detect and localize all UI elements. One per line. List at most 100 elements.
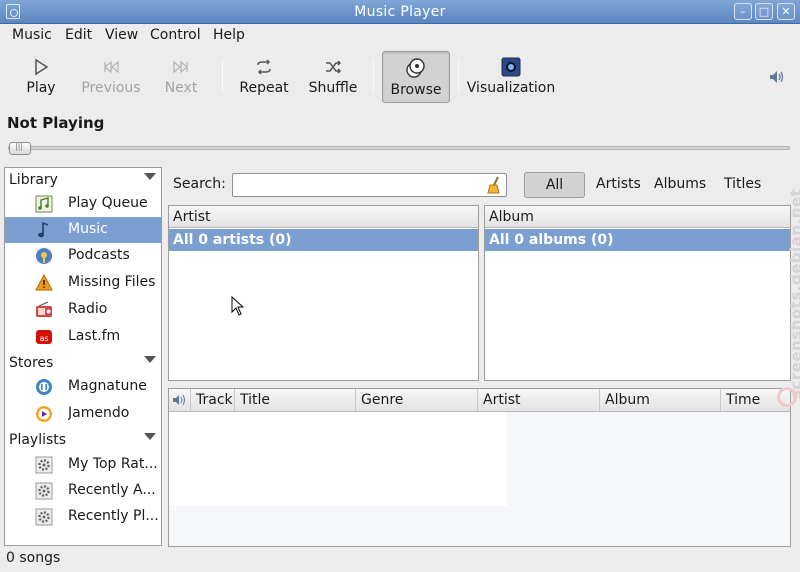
filter-titles-button[interactable]: Titles [724, 176, 761, 192]
warning-icon [35, 274, 53, 291]
collapse-arrow-icon[interactable] [144, 173, 156, 180]
menu-music[interactable]: Music [12, 27, 52, 43]
previous-button[interactable]: Previous [78, 51, 144, 103]
previous-label: Previous [81, 80, 141, 96]
sidebar-header-label: Library [9, 172, 58, 188]
mouse-cursor-icon [231, 296, 245, 316]
sidebar-item-podcasts[interactable]: Podcasts [5, 243, 161, 269]
track-list: Track Title Genre Artist Album Time [168, 388, 791, 547]
album-list-item[interactable]: All 0 albums (0) [485, 229, 790, 251]
speaker-icon [173, 394, 185, 406]
sidebar-header-library[interactable]: Library [5, 169, 161, 191]
sidebar-header-stores[interactable]: Stores [5, 352, 161, 374]
sidebar-item-playlist[interactable]: Recently Pl... [5, 504, 161, 530]
column-label: Genre [361, 392, 404, 408]
sidebar-item-label: Recently A... [68, 482, 156, 498]
collapse-arrow-icon[interactable] [144, 356, 156, 363]
maximize-button[interactable]: □ [755, 3, 773, 20]
smart-playlist-gear-icon [35, 456, 53, 474]
artist-row-label: All 0 artists (0) [173, 232, 292, 248]
watermark: screenshots.debian.net [772, 170, 800, 410]
seek-bar[interactable] [8, 146, 790, 150]
repeat-label: Repeat [239, 80, 289, 96]
visualization-button[interactable]: Visualization [466, 51, 556, 103]
music-note-icon [38, 221, 49, 238]
artist-column-header[interactable]: Artist [169, 206, 478, 228]
column-label: Title [240, 392, 271, 408]
sidebar-item-play-queue[interactable]: Play Queue [5, 191, 161, 217]
repeat-button[interactable]: Repeat [234, 51, 294, 103]
column-label: Artist [483, 392, 521, 408]
column-album[interactable]: Album [600, 389, 721, 411]
toolbar-separator [373, 59, 374, 93]
menu-edit[interactable]: Edit [65, 27, 92, 43]
filter-artists-button[interactable]: Artists [596, 176, 641, 192]
column-playing[interactable] [169, 389, 191, 411]
play-button[interactable]: Play [16, 51, 66, 103]
shuffle-button[interactable]: Shuffle [303, 51, 363, 103]
collapse-arrow-icon[interactable] [144, 433, 156, 440]
filter-albums-button[interactable]: Albums [654, 176, 706, 192]
sidebar-item-lastfm[interactable]: as Last.fm [5, 324, 161, 350]
track-list-body[interactable] [169, 412, 790, 546]
browse-button[interactable]: Browse [382, 51, 450, 103]
sidebar-item-playlist[interactable]: My Top Rat... [5, 452, 161, 478]
visualization-label: Visualization [466, 80, 556, 96]
column-title[interactable]: Title [235, 389, 356, 411]
window-title: Music Player [354, 4, 446, 20]
menu-view[interactable]: View [105, 27, 138, 43]
filter-all-button[interactable]: All [524, 172, 585, 198]
sidebar-item-missing-files[interactable]: Missing Files [5, 270, 161, 296]
album-browser: Album All 0 albums (0) [484, 205, 791, 381]
sidebar-item-label: Radio [68, 301, 108, 317]
previous-icon [103, 60, 119, 74]
column-genre[interactable]: Genre [356, 389, 478, 411]
artist-browser: Artist All 0 artists (0) [168, 205, 479, 381]
sidebar-item-music[interactable]: Music [5, 217, 161, 243]
podcast-icon [36, 248, 52, 264]
shuffle-label: Shuffle [308, 80, 358, 96]
clear-brush-icon[interactable] [486, 176, 502, 194]
artist-header-label: Artist [173, 209, 211, 225]
minimize-button[interactable]: – [734, 3, 752, 20]
sidebar-item-label: Jamendo [68, 405, 130, 421]
toolbar-separator [222, 59, 223, 93]
artist-list-item[interactable]: All 0 artists (0) [169, 229, 478, 251]
toolbar: Play Previous Next Repeat Shuffle Browse… [0, 47, 800, 106]
song-count: 0 songs [6, 550, 61, 566]
sidebar-item-jamendo[interactable]: Jamendo [5, 401, 161, 427]
seek-handle[interactable] [9, 142, 31, 155]
menu-bar: Music Edit View Control Help [0, 24, 800, 47]
album-row-label: All 0 albums (0) [489, 232, 614, 248]
sidebar-item-label: My Top Rat... [68, 456, 158, 472]
sidebar-item-label: Podcasts [68, 247, 130, 263]
sidebar-item-magnatune[interactable]: Magnatune [5, 374, 161, 400]
title-bar: Music Player – □ ✕ [0, 0, 800, 24]
menu-help[interactable]: Help [213, 27, 245, 43]
sidebar-item-label: Missing Files [68, 274, 156, 290]
play-icon [35, 58, 49, 76]
browse-label: Browse [390, 82, 442, 98]
album-column-header[interactable]: Album [485, 206, 790, 228]
jamendo-icon [36, 406, 52, 422]
album-header-label: Album [489, 209, 534, 225]
menu-control[interactable]: Control [150, 27, 201, 43]
search-input[interactable] [232, 173, 507, 197]
sidebar-item-label: Last.fm [68, 328, 121, 344]
magnatune-icon [36, 379, 52, 395]
play-queue-icon [35, 195, 53, 213]
sidebar-item-radio[interactable]: Radio [5, 297, 161, 323]
column-track[interactable]: Track [191, 389, 235, 411]
repeat-icon [257, 59, 271, 75]
lastfm-icon: as [36, 330, 52, 344]
volume-button[interactable] [762, 51, 792, 103]
visualization-icon [501, 57, 521, 77]
track-list-empty-area [169, 412, 507, 506]
close-button[interactable]: ✕ [777, 3, 795, 20]
sidebar-item-playlist[interactable]: Recently A... [5, 478, 161, 504]
smart-playlist-gear-icon [35, 508, 53, 526]
column-artist[interactable]: Artist [478, 389, 600, 411]
sidebar-header-playlists[interactable]: Playlists [5, 429, 161, 451]
next-button[interactable]: Next [156, 51, 206, 103]
sidebar-item-label: Play Queue [68, 195, 148, 211]
